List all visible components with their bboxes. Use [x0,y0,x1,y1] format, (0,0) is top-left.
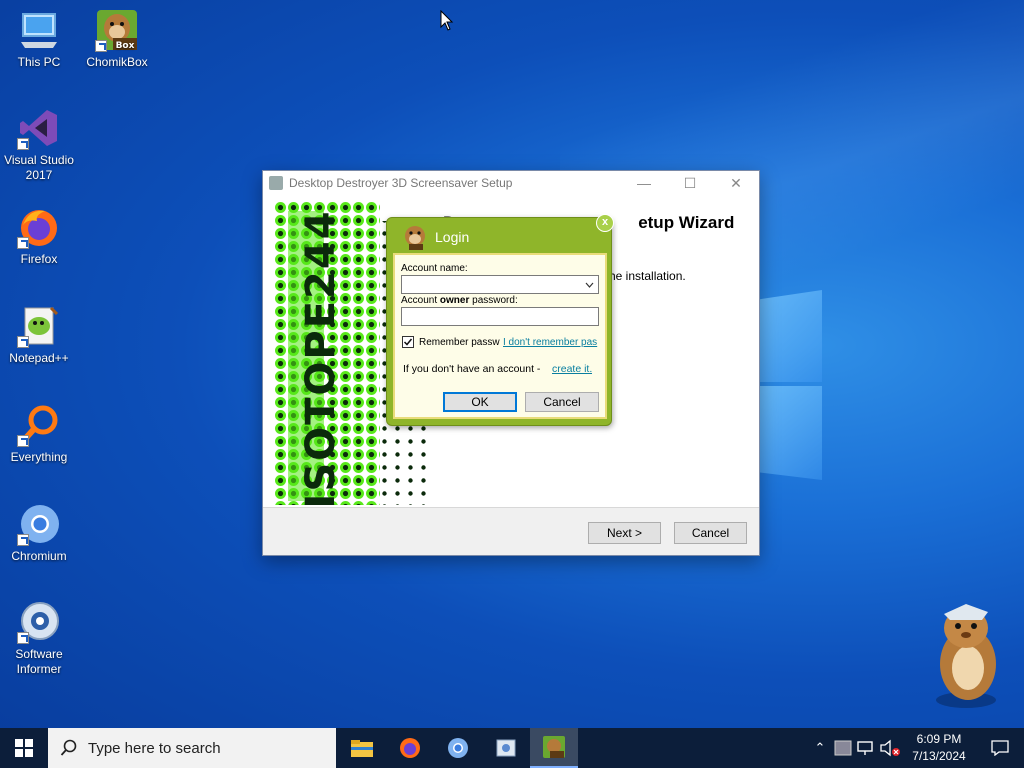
account-name-combobox[interactable] [401,275,599,294]
taskbar-app-firefox[interactable] [386,728,434,768]
desktop-icon-label: Chromium [11,549,67,563]
shortcut-arrow-icon [17,237,29,249]
magnifier-icon [17,403,61,447]
hamster-logo-icon [405,226,425,250]
login-form: Account name: Account owner password: Re… [393,253,607,419]
notepad-plus-plus-icon [17,304,61,348]
remember-password-checkbox[interactable] [402,336,414,348]
app-window-icon [496,739,516,757]
login-ok-button[interactable]: OK [443,392,517,412]
taskbar-search-box[interactable]: Type here to search [48,728,336,768]
clock-time: 6:09 PM [916,732,962,746]
chromium-icon [17,502,61,546]
clock-date: 7/13/2024 [912,749,966,763]
desktop-icon-label: This PC [17,55,61,69]
close-button[interactable]: ✕ [713,171,759,195]
maximize-button[interactable]: ☐ [667,171,713,195]
isotope-logo-text: ISOTOPE244 [298,209,344,505]
desktop-icon-everything[interactable]: Everything [0,403,78,465]
login-cancel-button[interactable]: Cancel [525,392,599,412]
chevron-up-icon[interactable]: ⌃ [808,740,832,756]
wizard-heading-right: etup Wizard [638,213,735,232]
tray-app-icon[interactable] [832,739,854,757]
desktop-icon-label: ChomikBox [86,55,148,69]
shortcut-arrow-icon [17,435,29,447]
windows-logo-icon [15,739,33,757]
desktop-icon-chromium[interactable]: Chromium [0,502,78,564]
chevron-down-icon[interactable] [585,282,594,288]
mouse-cursor-icon [440,10,454,31]
folder-icon [351,740,373,757]
shortcut-arrow-icon [17,138,29,150]
wizard-body-text: he installation. [609,269,686,283]
desktop-icon-notepad-plus-plus[interactable]: Notepad++ [0,304,78,366]
password-label: Account owner password: [401,295,518,306]
taskbar-app-chomikbox[interactable] [530,728,578,768]
setup-app-icon [269,176,283,190]
login-close-button[interactable]: x [596,214,614,232]
desktop-icon-firefox[interactable]: Firefox [0,205,78,267]
taskbar-clock[interactable]: 6:09 PM 7/13/2024 [902,731,976,765]
shortcut-arrow-icon [17,336,29,348]
network-icon[interactable] [854,739,878,757]
firefox-icon [400,738,420,758]
login-dialog: Login x Account name: Account owner pass… [386,214,614,426]
desktop-icon-label: Everything [10,450,68,464]
search-placeholder: Type here to search [88,739,221,757]
chromium-icon [448,738,468,758]
hamster-mascot-icon [936,604,996,708]
notification-icon [991,740,1009,756]
forgot-password-link[interactable]: I don't remember pas [503,337,601,348]
desktop-icon-software-informer[interactable]: Software Informer [0,600,78,677]
hamster-box-icon: Box [95,8,139,52]
shortcut-arrow-icon [95,40,107,52]
software-informer-icon [17,600,61,644]
no-account-text: If you don't have an account - [403,363,540,375]
no-account-message: If you don't have an account - [403,363,541,375]
shortcut-arrow-icon [17,632,29,644]
system-tray: ⌃ 6:09 PM 7/13/2024 [808,728,1024,768]
wallpaper-windows-logo-tile [760,386,822,480]
setup-title-text: Desktop Destroyer 3D Screensaver Setup [289,176,513,190]
start-button[interactable] [0,728,48,768]
taskbar-app-file-explorer[interactable] [338,728,386,768]
search-icon [60,739,77,756]
svg-text:Box: Box [116,41,135,51]
account-name-label: Account name: [401,263,468,274]
shortcut-arrow-icon [17,534,29,546]
notification-center-button[interactable] [976,728,1024,768]
password-input[interactable] [401,307,599,326]
hamster-box-icon [543,736,565,758]
computer-icon [17,8,61,52]
login-title: Login [435,229,470,245]
desktop-icon-chomikbox[interactable]: Box ChomikBox [78,8,156,70]
taskbar-app-settings-tool[interactable] [482,728,530,768]
visual-studio-icon [17,106,61,150]
desktop-icon-label: Visual Studio 2017 [4,153,74,182]
remember-password-label: Remember passw [419,337,500,348]
cancel-button[interactable]: Cancel [674,522,747,544]
window-controls: — ☐ ✕ [621,171,759,195]
taskbar-app-chromium[interactable] [434,728,482,768]
desktop-icon-visual-studio[interactable]: Visual Studio 2017 [0,106,78,183]
wallpaper-windows-logo-tile [760,290,822,382]
taskbar: Type here to search ⌃ 6:09 PM 7/13/2024 [0,728,1024,768]
password-label-pre: Account [401,295,440,306]
password-label-bold: owner [439,295,470,306]
firefox-icon [17,205,61,249]
desktop-icon-this-pc[interactable]: This PC [0,8,78,70]
minimize-button[interactable]: — [621,171,667,195]
create-account-link[interactable]: create it. [552,363,592,375]
desktop-icon-label: Notepad++ [9,351,69,365]
next-button[interactable]: Next > [588,522,661,544]
checkmark-icon [403,338,413,346]
setup-button-bar: Next > Cancel [263,507,759,555]
desktop-icon-label: Software Informer [15,647,63,676]
desktop-icon-label: Firefox [20,252,58,266]
password-label-post: password: [469,295,518,306]
volume-muted-icon[interactable] [878,739,902,757]
